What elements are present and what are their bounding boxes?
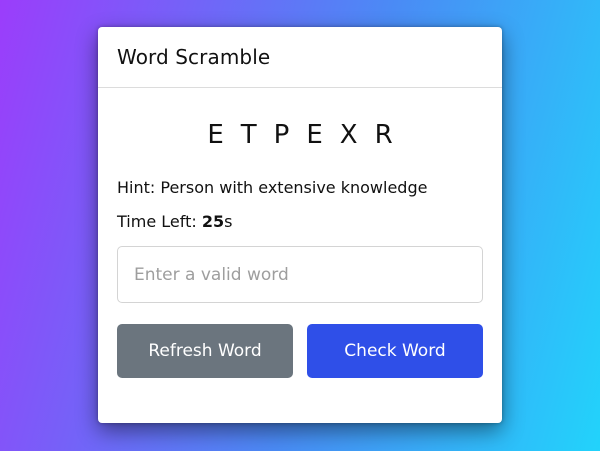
hint-text: Person with extensive knowledge [160, 178, 428, 197]
hint-label: Hint: [117, 178, 156, 197]
game-card: Word Scramble ETPEXR Hint: Person with e… [98, 27, 502, 423]
hint-line: Hint: Person with extensive knowledge [117, 178, 483, 198]
card-header: Word Scramble [98, 27, 502, 88]
button-row: Refresh Word Check Word [117, 324, 483, 378]
game-title: Word Scramble [117, 45, 271, 69]
time-line: Time Left: 25s [117, 212, 483, 232]
check-word-button[interactable]: Check Word [307, 324, 483, 378]
scrambled-word: ETPEXR [207, 120, 410, 150]
time-value: 25 [201, 212, 225, 231]
refresh-word-button[interactable]: Refresh Word [117, 324, 293, 378]
time-unit: s [224, 212, 233, 231]
card-body: ETPEXR Hint: Person with extensive knowl… [98, 119, 502, 378]
time-label: Time Left: [117, 212, 197, 231]
word-input[interactable] [117, 246, 483, 303]
